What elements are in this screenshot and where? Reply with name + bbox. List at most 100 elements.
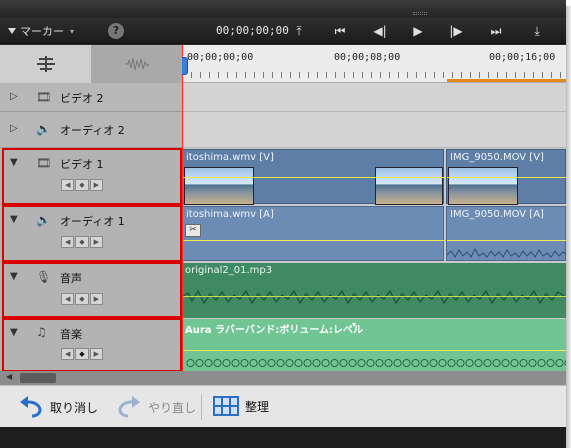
playhead-handle[interactable] [182,57,188,75]
lane-video-2[interactable] [182,83,566,112]
help-button[interactable]: ? [108,23,124,39]
panel-grip[interactable] [413,12,427,15]
step-back-icon[interactable]: ◀| [370,21,390,41]
clip-title: IMG_9050.MOV [A] [450,209,544,220]
ruler-label: 00;00;00;00 [187,52,254,63]
timeline-toolbar: マーカー ▾ ? 00;00;00;00 ⤒ ⏮ ◀| ▶ |▶ ⏭ ⤓ [0,18,566,44]
work-area-bar[interactable] [447,79,566,82]
view-mode-tabs [0,45,182,83]
next-keyframe-button[interactable]: ▶ [89,179,103,191]
marker-label: マーカー [20,25,64,38]
expand-arrow-icon[interactable]: ▷ [10,91,18,102]
prev-keyframe-button[interactable]: ◀ [61,236,75,248]
redo-icon [118,396,140,418]
music-loop-pattern [186,358,566,368]
next-keyframe-button[interactable]: ▶ [89,293,103,305]
chevron-down-icon: ▾ [70,26,75,36]
keyframe-controls: ◀ ◆ ▶ [61,293,103,305]
add-keyframe-button[interactable]: ◆ [75,293,89,305]
go-to-start-icon[interactable]: ⏮ [330,21,350,41]
next-keyframe-button[interactable]: ▶ [89,236,103,248]
track-header-audio-2[interactable]: ▷ 🔈 オーディオ 2 [0,112,182,148]
track-name: ビデオ 2 [60,92,104,105]
panel-shadow [566,6,571,448]
clip-title: IMG_9050.MOV [V] [450,152,544,163]
ruler-label: 00;00;08;00 [334,52,401,63]
set-out-point-icon[interactable]: ⤓ [527,21,547,41]
undo-button[interactable]: 取り消し [18,396,98,418]
audio-clip[interactable]: IMG_9050.MOV [A] [446,206,566,261]
scroll-left-icon[interactable]: ◀ [6,372,12,381]
step-forward-icon[interactable]: |▶ [446,21,466,41]
track-header-video-2[interactable]: ▷ 🎞 ビデオ 2 [0,83,182,112]
tab-timeline-view[interactable] [0,45,91,83]
collapse-arrow-icon[interactable]: ▼ [10,327,18,338]
expand-arrow-icon[interactable]: ▷ [10,123,18,134]
video-clip[interactable]: IMG_9050.MOV [V] [446,149,566,205]
undo-icon [20,396,42,418]
keyframe-controls: ◀ ◆ ▶ [61,236,103,248]
collapse-arrow-icon[interactable]: ▼ [10,271,18,282]
add-keyframe-button[interactable]: ◆ [75,236,89,248]
audio-clip[interactable]: itoshima.wmv [A] ✂ [182,206,445,261]
panel-top-strip [0,0,566,18]
go-to-end-icon[interactable]: ⏭ [486,21,506,41]
volume-line[interactable] [182,296,566,297]
keyframe-controls: ◀ ◆ ▶ [61,179,103,191]
track-name: オーディオ 1 [60,215,125,228]
tab-audio-mix-view[interactable] [91,45,182,83]
prev-keyframe-button[interactable]: ◀ [61,293,75,305]
music-clip[interactable]: Aura ラバーバンド:ボリューム:レベル ▾ [182,319,566,371]
grid-icon [213,396,239,416]
ruler-ticks [182,72,566,78]
marker-menu-button[interactable]: マーカー ▾ [8,22,92,40]
volume-line[interactable] [182,350,566,351]
organize-label: 整理 [245,399,270,414]
speaker-icon: 🔈 [36,122,51,136]
timeline-area[interactable]: 00;00;00;00 00;00;08;00 00;00;16;00 itos… [182,45,566,371]
track-header-music[interactable]: ▼ ♫ 音楽 ◀ ◆ ▶ [0,318,182,371]
volume-line[interactable] [447,240,566,241]
track-header-narration[interactable]: ▼ 🎙 音声 ◀ ◆ ▶ [0,262,182,318]
collapse-arrow-icon[interactable]: ▼ [10,157,18,168]
timeline-view-icon [36,56,55,72]
timeline-panel: マーカー ▾ ? 00;00;00;00 ⤒ ⏮ ◀| ▶ |▶ ⏭ ⤓ ▷ 🎞… [0,0,566,448]
speaker-icon: 🔈 [36,213,51,227]
time-ruler[interactable]: 00;00;00;00 00;00;08;00 00;00;16;00 [182,45,566,83]
prev-keyframe-button[interactable]: ◀ [61,179,75,191]
video-clip[interactable]: itoshima.wmv [V] [182,149,445,205]
lane-music[interactable]: Aura ラバーバンド:ボリューム:レベル ▾ [182,318,566,371]
undo-label: 取り消し [50,400,99,415]
lane-audio-2[interactable] [182,112,566,148]
set-in-point-icon[interactable]: ⤒ [289,21,309,41]
next-keyframe-button[interactable]: ▶ [89,348,103,360]
collapse-arrow-icon[interactable]: ▼ [10,214,18,225]
lane-audio-1[interactable]: itoshima.wmv [A] ✂ IMG_9050.MOV [A] [182,205,566,262]
track-name: 音声 [60,272,82,285]
scrollbar-thumb[interactable] [20,373,56,383]
volume-line[interactable] [183,240,445,241]
add-keyframe-button[interactable]: ◆ [75,179,89,191]
opacity-line[interactable] [183,177,445,178]
clip-title: original2_01.mp3 [185,265,273,276]
redo-button[interactable]: やり直し [116,396,196,418]
track-header-video-1[interactable]: ▼ 🎞 ビデオ 1 ◀ ◆ ▶ [0,148,182,205]
prev-keyframe-button[interactable]: ◀ [61,348,75,360]
track-name: ビデオ 1 [60,158,104,171]
chevron-down-icon[interactable]: ▾ [352,320,356,329]
bottom-action-bar: 取り消し やり直し 整理 [0,385,566,427]
lane-narration[interactable]: original2_01.mp3 [182,262,566,318]
lane-video-1[interactable]: itoshima.wmv [V] IMG_9050.MOV [V] [182,148,566,205]
track-header-column: ▷ 🎞 ビデオ 2 ▷ 🔈 オーディオ 2 ▼ 🎞 ビデオ 1 ◀ ◆ ▶ ▼ … [0,45,182,371]
organize-button[interactable]: 整理 [213,396,269,416]
dropdown-triangle-icon [8,28,16,34]
scissors-icon[interactable]: ✂ [185,224,201,237]
horizontal-scrollbar[interactable]: ◀ [0,371,566,385]
add-keyframe-button[interactable]: ◆ [75,348,89,360]
opacity-line[interactable] [447,177,566,178]
narration-clip[interactable]: original2_01.mp3 [182,263,566,318]
track-header-audio-1[interactable]: ▼ 🔈 オーディオ 1 ◀ ◆ ▶ [0,205,182,262]
clip-thumbnail [184,167,254,205]
playhead[interactable] [182,45,188,371]
play-icon[interactable]: ▶ [408,21,428,41]
